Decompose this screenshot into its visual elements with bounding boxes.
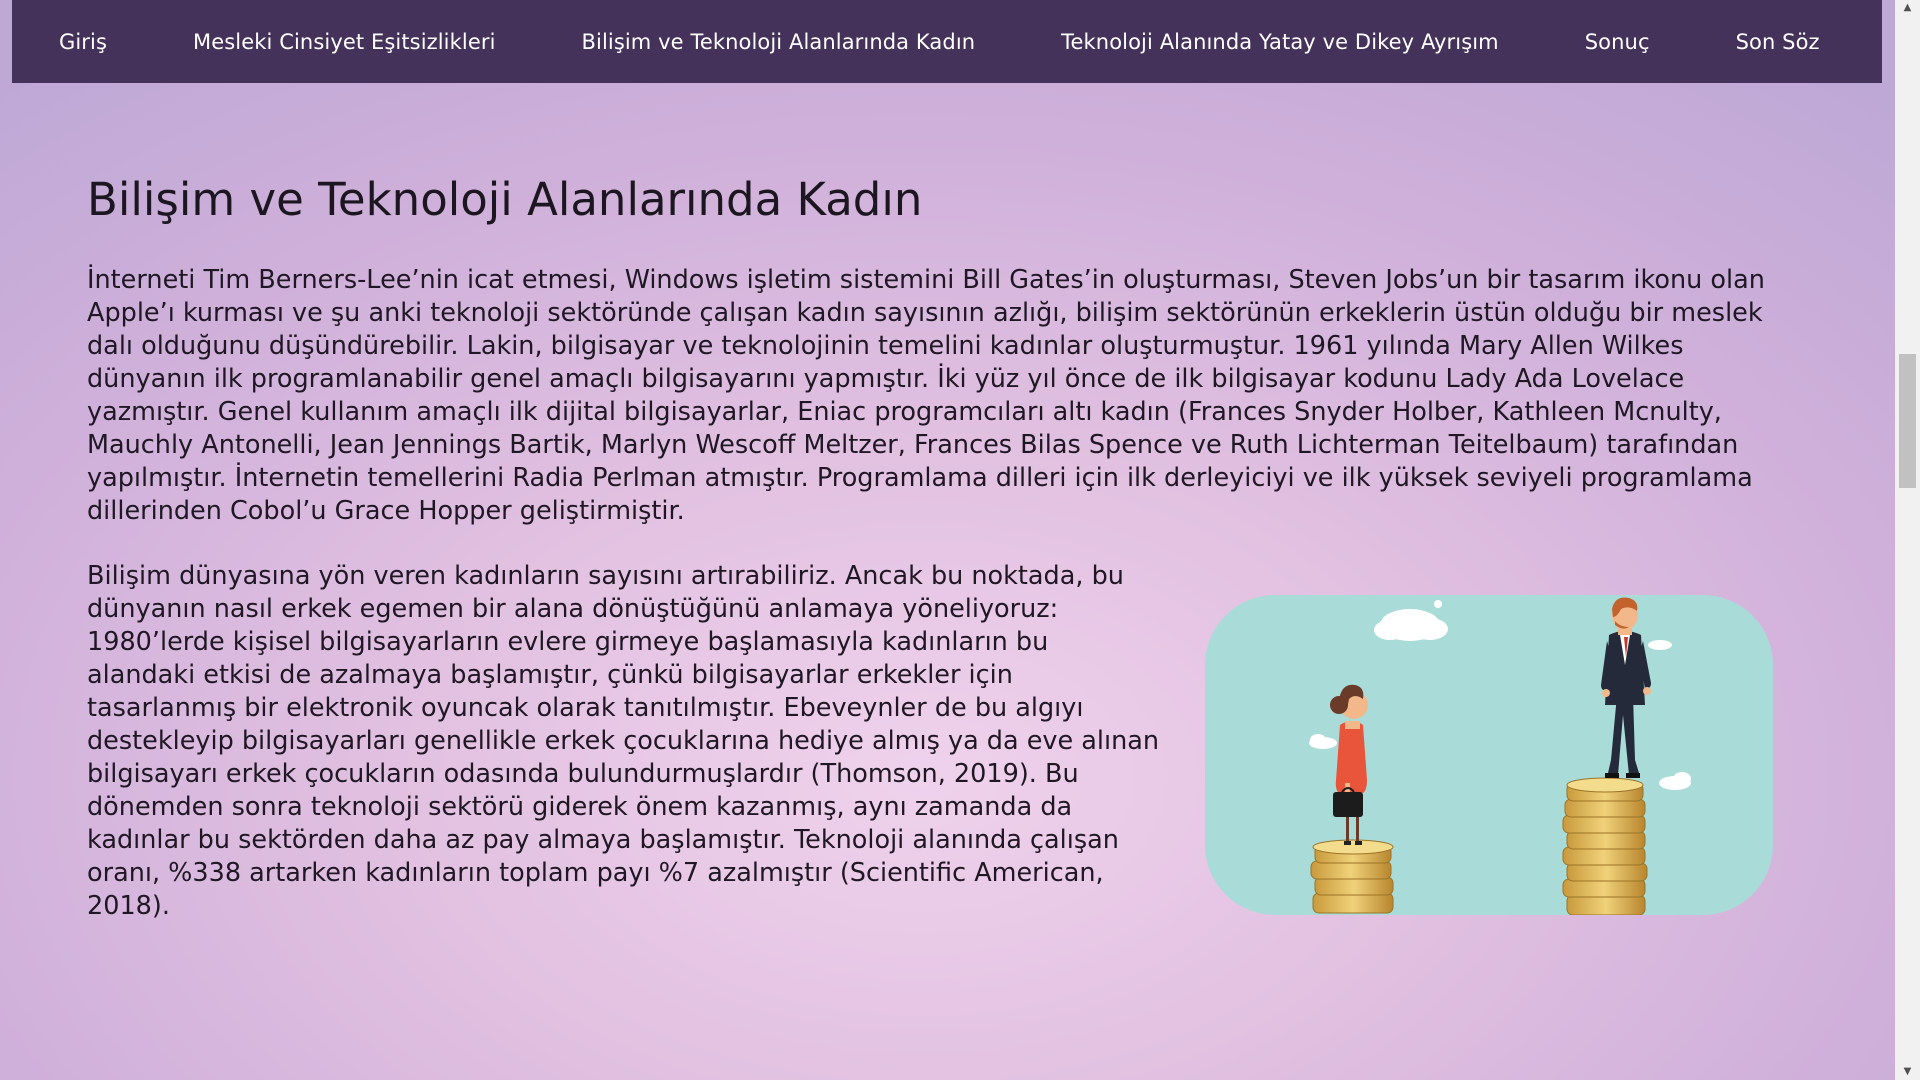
scrollbar-thumb[interactable]: [1899, 354, 1916, 488]
nav-item-yatay-dikey[interactable]: Teknoloji Alanında Yatay ve Dikey Ayrışı…: [1061, 30, 1499, 54]
nav-item-son-soz[interactable]: Son Söz: [1736, 30, 1820, 54]
gender-inequality-coins-illustration: [1205, 595, 1773, 915]
short-coin-stack: [1310, 839, 1394, 914]
scroll-down-icon[interactable]: ▼: [1895, 1064, 1920, 1080]
illustration-background: [1205, 595, 1773, 915]
nav-item-sonuc[interactable]: Sonuç: [1585, 30, 1650, 54]
tall-coin-stack: [1562, 777, 1648, 915]
section-title: Bilişim ve Teknoloji Alanlarında Kadın: [87, 173, 923, 226]
nav-item-mesleki-cinsiyet[interactable]: Mesleki Cinsiyet Eşitsizlikleri: [193, 30, 495, 54]
top-navbar: Giriş Mesleki Cinsiyet Eşitsizlikleri Bi…: [12, 0, 1882, 83]
paragraph-intro: İnterneti Tim Berners-Lee’nin icat etmes…: [87, 265, 1765, 526]
nav-item-bilisim-teknoloji[interactable]: Bilişim ve Teknoloji Alanlarında Kadın: [582, 30, 976, 54]
scroll-up-icon[interactable]: ▲: [1895, 0, 1920, 16]
vertical-scrollbar[interactable]: ▲ ▼: [1895, 0, 1920, 1080]
nav-item-giris[interactable]: Giriş: [59, 30, 107, 54]
paragraph-history: Bilişim dünyasına yön veren kadınların s…: [87, 561, 1160, 921]
